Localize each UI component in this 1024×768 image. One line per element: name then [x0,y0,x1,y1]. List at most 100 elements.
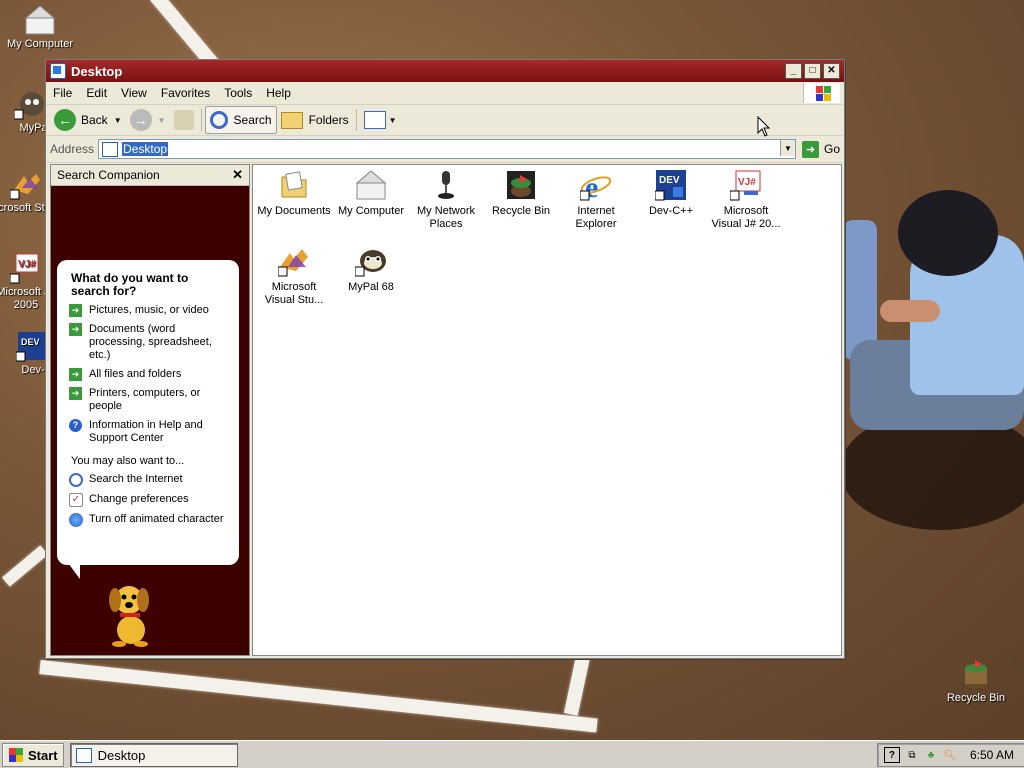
address-dropdown-icon[interactable]: ▼ [779,140,795,156]
desktop-icon-recycle-bin[interactable]: Recycle Bin [936,658,1016,705]
go-arrow-icon: ➜ [801,140,819,158]
toolbar-separator [200,109,202,131]
file-my-network-places[interactable]: My Network Places [408,169,484,231]
file-label: My Network Places [416,205,476,230]
my-documents-icon [278,169,310,201]
search-option-help[interactable]: ? Information in Help and Support Center [69,419,229,445]
visual-j-icon: VJ# [9,252,42,284]
desktop-location-icon [102,141,119,157]
file-mypal[interactable]: MyPal 68 [333,245,409,294]
menu-help[interactable]: Help [259,84,298,102]
search-option-pictures[interactable]: ➜ Pictures, music, or video [69,304,229,317]
views-icon [363,111,386,129]
bubble-tail [68,563,86,579]
start-button[interactable]: Start [2,743,64,767]
menu-edit[interactable]: Edit [79,84,114,102]
title-bar[interactable]: Desktop _ □ ✕ [46,60,844,82]
minimize-button[interactable]: _ [785,63,802,79]
file-dev-cpp[interactable]: DEV Dev-C++ [633,169,709,218]
folders-label: Folders [308,113,349,127]
computer-icon [24,4,56,36]
character-icon [69,513,83,527]
search-pane-header: Search Companion ✕ [51,165,249,186]
search-bubble: What do you want to search for? ➜ Pictur… [57,260,239,565]
option-label: Turn off animated character [89,513,224,525]
help-icon[interactable]: ? [883,747,900,763]
chevron-down-icon[interactable]: ▼ [158,116,166,125]
dev-cpp-icon: DEV [654,169,687,201]
green-arrow-icon: ➜ [69,304,82,317]
file-microsoft-visual-j[interactable]: VJ# Microsoft Visual J# 20... [708,169,784,231]
chalk-line [39,660,598,733]
toolbar-separator [355,109,357,131]
recycle-bin-icon [505,169,537,201]
windows-switch-icon[interactable]: ⧉ [905,748,919,762]
address-field[interactable]: Desktop ▼ [98,139,796,159]
file-my-computer[interactable]: My Computer [333,169,409,218]
windows-logo-icon [803,83,840,103]
file-recycle-bin[interactable]: Recycle Bin [483,169,559,218]
file-label: Microsoft Visual Stu... [264,281,324,306]
computer-icon [355,169,387,201]
umpire-arm [880,300,940,322]
system-tray: ? ⧉ ♣ 🔍︎ 6:50 AM [876,743,1024,767]
file-label: My Computer [337,205,405,217]
close-button[interactable]: ✕ [823,63,840,79]
svg-text:DEV: DEV [659,175,680,186]
search-option-all-files[interactable]: ➜ All files and folders [69,368,229,381]
file-label: Recycle Bin [491,205,551,217]
also-label: You may also want to... [71,455,185,467]
svg-text:VJ#: VJ# [18,259,36,270]
back-button[interactable]: ← Back ▼ [50,107,126,133]
file-internet-explorer[interactable]: e Internet Explorer [558,169,634,231]
up-folder-icon [173,110,194,130]
menu-view[interactable]: View [114,84,154,102]
windows-logo-icon [8,748,24,762]
visual-studio-icon [277,245,310,277]
maximize-button[interactable]: □ [804,63,821,79]
internet-explorer-icon: e [579,169,612,204]
file-label: Dev-C++ [648,205,694,217]
search-option-documents[interactable]: ➜ Documents (word processing, spreadshee… [69,323,229,362]
forward-button[interactable]: → ▼ [126,107,170,133]
views-button[interactable]: ▼ [360,107,401,133]
go-button[interactable]: ➜ Go [801,140,840,158]
menu-file[interactable]: File [46,84,79,102]
taskbar-item-desktop[interactable]: Desktop [69,743,238,767]
green-arrow-icon: ➜ [69,323,82,336]
recycle-bin-icon [960,658,992,690]
menu-bar: File Edit View Favorites Tools Help [46,82,844,105]
search-tray-icon[interactable]: 🔍︎ [943,748,957,762]
network-icon[interactable]: ♣ [924,748,938,762]
option-label: Pictures, music, or video [89,304,209,316]
close-icon[interactable]: ✕ [232,167,243,183]
chevron-down-icon[interactable]: ▼ [114,116,122,125]
chevron-down-icon[interactable]: ▼ [389,116,397,125]
address-input[interactable]: Desktop [122,142,169,156]
menu-tools[interactable]: Tools [217,84,259,102]
mypal-icon [13,88,46,120]
folder-icon [280,111,303,129]
change-preferences-option[interactable]: ✓ Change preferences [69,493,229,507]
up-folder-button[interactable] [170,107,198,133]
green-arrow-icon: ➜ [69,368,82,381]
file-my-documents[interactable]: My Documents [256,169,332,218]
search-button[interactable]: Search [204,106,277,134]
menu-favorites[interactable]: Favorites [154,84,217,102]
search-dog-icon[interactable] [103,580,159,648]
turn-off-character-option[interactable]: Turn off animated character [69,513,229,527]
desktop-icon-my-computer[interactable]: My Computer [0,4,80,51]
option-label: All files and folders [89,368,182,380]
clock[interactable]: 6:50 AM [970,748,1014,762]
mypal-icon [354,245,387,277]
address-label: Address [50,142,95,156]
folders-button[interactable]: Folders [277,107,353,133]
address-bar: Address Desktop ▼ ➜ Go [46,136,844,163]
file-microsoft-visual-studio[interactable]: Microsoft Visual Stu... [256,245,332,307]
search-internet-option[interactable]: Search the Internet [69,473,229,487]
visual-j-icon: VJ# [729,169,762,201]
taskbar: Start Desktop ? ⧉ ♣ 🔍︎ 6:50 AM [0,740,1024,768]
search-icon [209,111,228,129]
search-option-printers[interactable]: ➜ Printers, computers, or people [69,387,229,413]
taskbar-item-label: Desktop [97,747,146,763]
